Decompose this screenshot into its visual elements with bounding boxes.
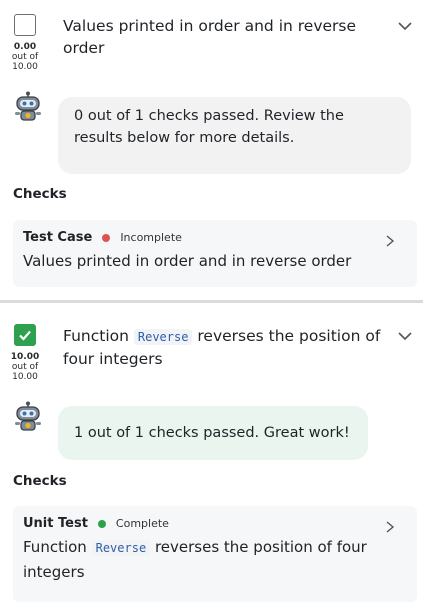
check-status: Incomplete [120, 231, 182, 244]
score-display: 0.00 out of 10.00 [8, 42, 42, 72]
score-out-of: out of [11, 362, 39, 372]
completion-checkbox[interactable] [14, 324, 36, 346]
check-card[interactable]: Unit Test Complete Function Reverse reve… [13, 506, 417, 602]
status-dot [97, 519, 106, 528]
robot-icon [15, 401, 41, 431]
chevron-right-icon[interactable] [383, 234, 397, 248]
check-item-1: 0.00 out of 10.00 Values printed in orde… [0, 0, 423, 300]
title-code: Reverse [133, 329, 193, 345]
score-out-of: out of [11, 52, 39, 62]
checks-heading: Checks [13, 186, 67, 202]
feedback-bubble: 1 out of 1 checks passed. Great work! [58, 406, 368, 460]
score-value: 10.00 [10, 352, 40, 362]
check-item-2: 10.00 out of 10.00 Function Reverse reve… [0, 304, 423, 608]
robot-icon [15, 91, 41, 121]
checkmark-icon [19, 330, 31, 341]
score-max: 10.00 [12, 372, 38, 382]
completion-checkbox[interactable] [14, 14, 36, 36]
check-status: Complete [115, 517, 169, 530]
check-description: Function Reverse reverses the position o… [23, 535, 378, 584]
title-text-pre: Function [63, 327, 129, 345]
score-display: 10.00 out of 10.00 [8, 352, 42, 382]
feedback-bubble: 0 out of 1 checks passed. Review the res… [58, 97, 411, 174]
desc-code: Reverse [91, 540, 151, 556]
check-card-header: Test Case Incomplete [23, 230, 407, 245]
status-dot [102, 233, 111, 242]
score-column: 10.00 out of 10.00 [8, 324, 42, 382]
check-card[interactable]: Test Case Incomplete Values printed in o… [13, 220, 417, 287]
chevron-down-icon[interactable] [395, 326, 415, 346]
score-column: 0.00 out of 10.00 [8, 14, 42, 72]
check-type: Test Case [23, 230, 93, 245]
check-description: Values printed in order and in reverse o… [23, 252, 352, 270]
feedback-text: 0 out of 1 checks passed. Review the res… [74, 108, 344, 146]
item-title: Function Reverse reverses the position o… [63, 325, 383, 370]
checks-heading: Checks [13, 473, 67, 489]
item-title: Values printed in order and in reverse o… [63, 17, 357, 57]
score-value: 0.00 [13, 42, 37, 52]
score-max: 10.00 [12, 62, 38, 72]
desc-text-pre: Function [23, 538, 87, 556]
check-card-header: Unit Test Complete [23, 516, 407, 531]
chevron-right-icon[interactable] [383, 520, 397, 534]
feedback-text: 1 out of 1 checks passed. Great work! [74, 425, 350, 441]
chevron-down-icon[interactable] [395, 16, 415, 36]
section-divider [0, 300, 423, 303]
check-type: Unit Test [23, 516, 88, 531]
